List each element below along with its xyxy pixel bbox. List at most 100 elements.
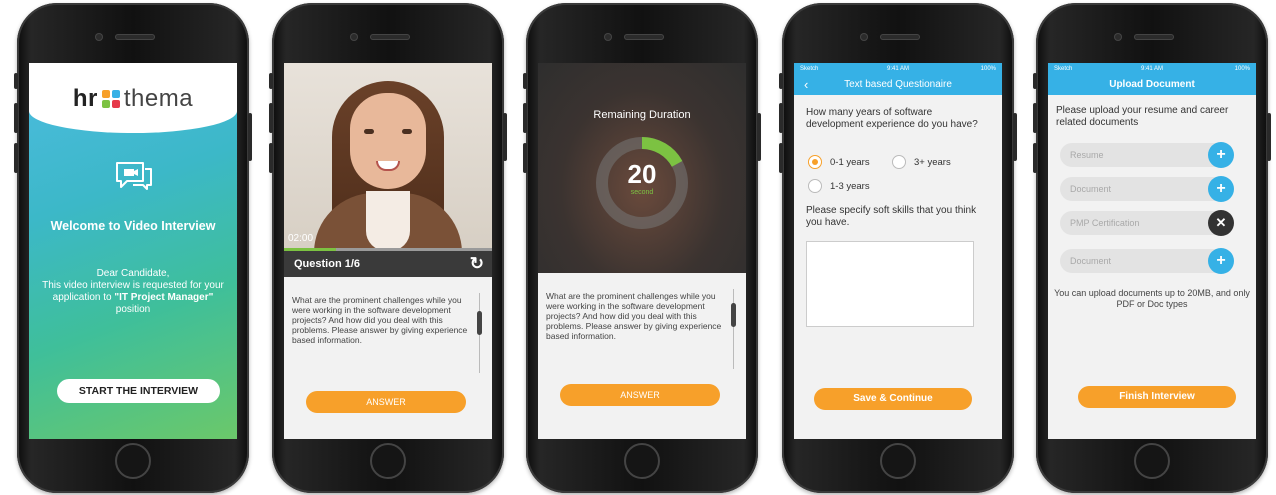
- candidate-video[interactable]: 02:00: [284, 63, 492, 251]
- video-eye-right: [402, 129, 412, 134]
- question-screen: 02:00 Question 1/6 ↻ What are the promin…: [284, 63, 492, 439]
- logo-header: hr thema: [29, 63, 237, 133]
- elapsed-time: 02:00: [288, 233, 314, 244]
- upload-intro: Please upload your resume and career rel…: [1056, 105, 1229, 128]
- welcome-title: Welcome to Video Interview: [50, 219, 216, 233]
- countdown-value: 20: [627, 159, 657, 189]
- volume-up-button: [14, 103, 18, 133]
- home-button[interactable]: [115, 443, 151, 479]
- countdown-screen: Remaining Duration 20 second What are th…: [538, 63, 746, 439]
- battery-level: 100%: [1234, 66, 1250, 72]
- video-face: [350, 93, 426, 189]
- question-counter: Question 1/6: [294, 258, 361, 270]
- upload-row-document-2: Document +: [1060, 248, 1234, 274]
- upload-label: PMP Certification: [1070, 218, 1140, 228]
- power-button: [1013, 113, 1017, 161]
- mute-switch: [14, 73, 18, 89]
- answer-button[interactable]: ANSWER: [306, 391, 466, 413]
- phone-question: 02:00 Question 1/6 ↻ What are the promin…: [269, 3, 507, 493]
- add-icon[interactable]: +: [1208, 248, 1234, 274]
- refresh-icon[interactable]: ↻: [470, 251, 484, 277]
- questionnaire-screen: Sketch 9:41 AM 100% ‹ Text based Questio…: [794, 63, 1002, 439]
- home-button[interactable]: [624, 443, 660, 479]
- remove-icon[interactable]: ✕: [1208, 210, 1234, 236]
- earpiece-speaker: [115, 34, 155, 40]
- finish-interview-button[interactable]: Finish Interview: [1078, 386, 1236, 408]
- front-camera: [350, 33, 358, 41]
- nav-title: Text based Questionaire: [844, 79, 952, 90]
- nav-bar: Upload Document: [1048, 75, 1256, 95]
- status-time: 9:41 AM: [1140, 66, 1163, 72]
- mute-switch: [1033, 73, 1037, 89]
- volume-down-button: [779, 143, 783, 173]
- answer-button[interactable]: ANSWER: [560, 384, 720, 406]
- phone-welcome: hr thema Welcome to Video Interview Dear …: [14, 3, 252, 493]
- mute-switch: [523, 73, 527, 89]
- start-interview-button[interactable]: START THE INTERVIEW: [57, 379, 220, 403]
- phone-countdown: Remaining Duration 20 second What are th…: [523, 3, 761, 493]
- back-chevron-icon[interactable]: ‹: [804, 75, 808, 95]
- video-chat-icon: [116, 162, 152, 190]
- power-button: [1267, 113, 1271, 161]
- logo-hr-text: hr: [72, 85, 98, 112]
- status-bar: Sketch 9:41 AM 100%: [1048, 63, 1256, 75]
- save-continue-button[interactable]: Save & Continue: [814, 388, 972, 410]
- earpiece-speaker: [1134, 34, 1174, 40]
- radio-label: 1-3 years: [830, 180, 870, 192]
- question-text: What are the prominent challenges while …: [546, 291, 722, 341]
- radio-option-0-1-years[interactable]: 0-1 years: [808, 155, 870, 169]
- upload-row-document: Document +: [1060, 176, 1234, 202]
- volume-down-button: [14, 143, 18, 173]
- soft-skills-textarea[interactable]: [806, 241, 974, 327]
- upload-label: Document: [1070, 184, 1112, 194]
- upload-label: Resume: [1070, 150, 1104, 160]
- volume-up-button: [523, 103, 527, 133]
- home-button[interactable]: [1134, 443, 1170, 479]
- front-camera: [95, 33, 103, 41]
- scrollbar-thumb[interactable]: [731, 303, 736, 327]
- video-eye-left: [364, 129, 374, 134]
- phone-upload: Sketch 9:41 AM 100% Upload Document Plea…: [1033, 3, 1271, 493]
- nav-title: Upload Document: [1109, 79, 1195, 90]
- app-logo: hr thema: [29, 85, 237, 113]
- logo-thema-text: thema: [123, 85, 194, 112]
- power-button: [503, 113, 507, 161]
- volume-up-button: [269, 103, 273, 133]
- volume-down-button: [523, 143, 527, 173]
- power-button: [757, 113, 761, 161]
- front-camera: [1114, 33, 1122, 41]
- upload-row-pmp-certification: PMP Certification ✕: [1060, 210, 1234, 236]
- add-icon[interactable]: +: [1208, 176, 1234, 202]
- volume-down-button: [269, 143, 273, 173]
- greeting-text: Dear Candidate,: [96, 268, 170, 279]
- radio-unselected-icon: [892, 155, 906, 169]
- volume-up-button: [1033, 103, 1037, 133]
- radio-label: 0-1 years: [830, 156, 870, 168]
- phone-questionnaire: Sketch 9:41 AM 100% ‹ Text based Questio…: [779, 3, 1017, 493]
- position-name: "IT Project Manager": [114, 292, 214, 303]
- earpiece-speaker: [624, 34, 664, 40]
- scrollbar-thumb[interactable]: [477, 311, 482, 335]
- home-button[interactable]: [880, 443, 916, 479]
- status-bar: Sketch 9:41 AM 100%: [794, 63, 1002, 75]
- status-time: 9:41 AM: [886, 66, 909, 72]
- showcase-stage: hr thema Welcome to Video Interview Dear …: [0, 0, 1276, 495]
- radio-label: 3+ years: [914, 156, 951, 168]
- home-button[interactable]: [370, 443, 406, 479]
- radio-option-3-plus-years[interactable]: 3+ years: [892, 155, 951, 169]
- add-icon[interactable]: +: [1208, 142, 1234, 168]
- question-text: What are the prominent challenges while …: [292, 295, 468, 345]
- volume-down-button: [1033, 143, 1037, 173]
- radio-option-1-3-years[interactable]: 1-3 years: [808, 179, 870, 193]
- video-collar: [366, 191, 410, 251]
- power-button: [248, 113, 252, 161]
- question-bar: Question 1/6 ↻: [284, 251, 492, 277]
- scroll-track: [733, 289, 734, 369]
- experience-question: How many years of software development e…: [806, 107, 978, 130]
- remaining-duration-label: Remaining Duration: [593, 109, 691, 121]
- soft-skills-question: Please specify soft skills that you thin…: [806, 205, 977, 228]
- welcome-description: Dear Candidate, This video interview is …: [37, 268, 229, 316]
- front-camera: [860, 33, 868, 41]
- earpiece-speaker: [880, 34, 920, 40]
- upload-note: You can upload documents up to 20MB, and…: [1054, 288, 1250, 309]
